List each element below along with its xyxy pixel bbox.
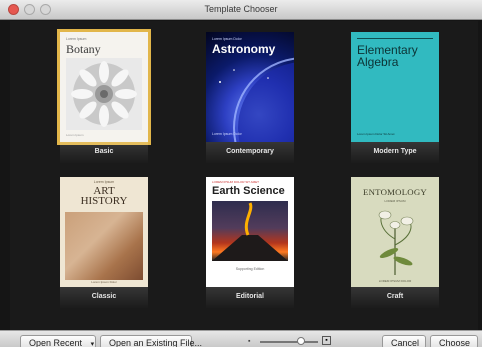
titlebar: Template Chooser (0, 0, 482, 20)
slider-thumb[interactable] (297, 337, 305, 345)
cover-title: ART HISTORY (60, 186, 148, 207)
cover-title: Elementary Algebra (357, 44, 418, 68)
template-label[interactable]: Classic (60, 293, 148, 300)
template-grid: Lorem Ipsum Botany Lorem Ipsum Basic Lor… (10, 21, 478, 330)
cover-title: Botany (66, 42, 101, 56)
zoom-slider[interactable]: ▪ ▪ (248, 336, 332, 346)
slider-track[interactable] (260, 341, 318, 343)
cover-footer: Lorem Ipsum Dolor (212, 132, 242, 136)
template-label[interactable]: Craft (351, 293, 439, 300)
template-label[interactable]: Basic (60, 148, 148, 155)
zoom-large-icon: ▪ (322, 336, 331, 345)
template-cover-classic[interactable]: Lorem Ipsum ART HISTORY Lorem Ipsum Dolo… (60, 177, 148, 287)
volcano-image (212, 201, 288, 261)
template-cover-basic[interactable]: Lorem Ipsum Botany Lorem Ipsum (57, 29, 151, 145)
cover-small-text: LOREM IPSUM DOLOR SIT AMET (212, 180, 259, 184)
cover-footer: Lorem Ipsum Dolor (91, 280, 117, 284)
cover-title-line2: HISTORY (80, 195, 128, 207)
choose-button[interactable]: Choose (430, 335, 478, 347)
open-recent-button[interactable]: Open Recent ▾ (20, 335, 96, 347)
template-cover-modern-type[interactable]: Elementary Algebra Lorem Ipsum Dolor Sit… (351, 32, 439, 142)
chevron-down-icon: ▾ (90, 341, 95, 347)
cover-footer: Lorem Ipsum (66, 133, 84, 137)
cover-rule (357, 38, 433, 39)
template-label[interactable]: Editorial (206, 293, 294, 300)
flower-image (66, 58, 142, 130)
plant-illustration (378, 210, 414, 275)
template-cover-craft[interactable]: ENTOMOLOGY LOREM IPSUM LOREM IPSUM DOLOR (351, 177, 439, 287)
painting-image (65, 212, 143, 280)
cover-footer: Lorem Ipsum Dolor Sit Amet (357, 132, 395, 136)
cancel-button[interactable]: Cancel (382, 335, 426, 347)
cover-small-text: Lorem Ipsum (93, 180, 115, 184)
template-chooser-window: Template Chooser Lorem Ipsum Botany Lore… (0, 0, 482, 347)
open-recent-label: Open Recent (29, 338, 83, 347)
cover-small-text: Lorem Ipsum (66, 37, 87, 41)
cover-title: Earth Science (212, 185, 285, 197)
window-title: Template Chooser (204, 4, 278, 14)
planet-image (219, 57, 294, 142)
template-label[interactable]: Contemporary (206, 148, 294, 155)
open-existing-file-button[interactable]: Open an Existing File... (100, 335, 202, 347)
volcano-shape (212, 202, 288, 261)
cover-title-line2: Algebra (357, 55, 399, 69)
cover-footer: Supporting Edition (235, 267, 265, 271)
bottom-toolbar: Open Recent ▾ Open an Existing File... ▪… (0, 330, 482, 347)
template-cover-contemporary[interactable]: Lorem Ipsum Dolor Astronomy Lorem Ipsum … (206, 32, 294, 142)
cover-footer: LOREM IPSUM DOLOR (378, 279, 412, 283)
cover-title: ENTOMOLOGY (363, 187, 427, 197)
template-cover-editorial[interactable]: LOREM IPSUM DOLOR SIT AMET Earth Science… (206, 177, 294, 287)
zoom-small-icon: ▪ (248, 338, 251, 345)
template-label[interactable]: Modern Type (351, 148, 439, 155)
cover-small-text: LOREM IPSUM (384, 199, 406, 203)
